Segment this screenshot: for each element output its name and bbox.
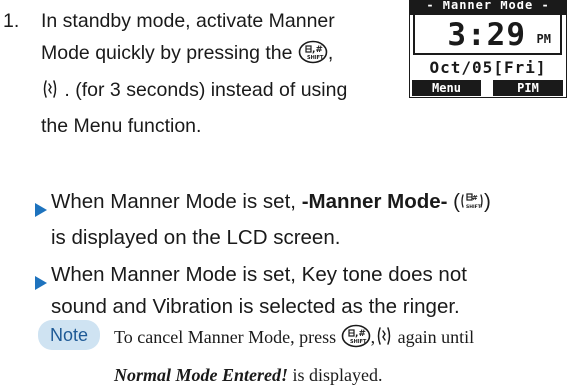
soft-key-menu: Menu <box>412 80 481 96</box>
bullet-text-2: When Manner Mode is set, Key tone does n… <box>51 259 561 323</box>
note-line-1: To cancel Manner Mode, press ,# SHIFT , … <box>114 321 564 359</box>
lcd-header: - Manner Mode - <box>410 1 566 15</box>
note-badge: Note <box>38 320 100 350</box>
note-line-1-suffix: again until <box>397 327 475 347</box>
step-line-1: In standby mode, activate Manner <box>41 10 335 32</box>
vibrate-icon <box>41 78 59 110</box>
svg-text:SHIFT: SHIFT <box>307 55 324 61</box>
svg-text:#: # <box>472 194 478 202</box>
svg-text:,#: ,# <box>355 329 366 339</box>
bullet-1-prefix: When Manner Mode is set, <box>51 190 296 213</box>
lcd-ampm: PM <box>536 32 551 46</box>
step-text: In standby mode, activate Manner Mode qu… <box>41 5 391 142</box>
normal-mode-message: Normal Mode Entered! <box>114 365 289 385</box>
hash-key-icon: ,# SHIFT <box>341 324 371 359</box>
step-line-3: . (for 3 seconds) instead of using <box>41 74 391 110</box>
svg-text:SHIFT: SHIFT <box>466 204 482 210</box>
soft-key-pim: PIM <box>493 80 563 96</box>
step-line-4: the Menu function. <box>41 115 202 137</box>
note-text: To cancel Manner Mode, press ,# SHIFT , … <box>114 321 564 392</box>
step-line-3-text: . (for 3 seconds) instead of using <box>64 79 348 101</box>
step-line-2-text: Mode quickly by pressing the <box>41 42 293 64</box>
note-line-2-suffix: is displayed. <box>292 365 383 385</box>
bullet-1-suffix: ) <box>484 190 491 213</box>
bullet-2-line-2: sound and Vibration is selected as the r… <box>51 295 460 318</box>
paren-open: ( <box>453 190 460 213</box>
vibrate-icon <box>375 325 393 358</box>
step-number: 1. <box>3 10 20 32</box>
step-line-2-comma: , <box>327 42 334 64</box>
lcd-date: Oct/05[Fri] <box>429 58 547 77</box>
lcd-screen: - Manner Mode - 3:29 PM Oct/05[Fri] Menu… <box>409 0 567 98</box>
lcd-time: 3:29 <box>447 17 526 53</box>
bullet-1-line-1: When Manner Mode is set, -Manner Mode- (… <box>51 186 561 222</box>
svg-text:SHIFT: SHIFT <box>350 339 367 345</box>
step-line-2: Mode quickly by pressing the ,# SHIFT , <box>41 37 391 74</box>
bullet-2-line-1: When Manner Mode is set, Key tone does n… <box>51 263 467 286</box>
svg-text:,#: ,# <box>312 45 323 55</box>
note-line-2: Normal Mode Entered! is displayed. <box>114 359 564 392</box>
hash-key-icon: ,# SHIFT <box>298 40 328 74</box>
bullet-triangle-icon <box>35 195 47 227</box>
manner-mode-icon: # SHIFT <box>460 190 484 222</box>
note-line-1-prefix: To cancel Manner Mode, press <box>114 327 337 347</box>
manner-mode-label: -Manner Mode- <box>301 190 448 213</box>
bullet-1-line-2: is displayed on the LCD screen. <box>51 226 341 249</box>
bullet-text-1: When Manner Mode is set, -Manner Mode- (… <box>51 186 561 254</box>
lcd-time-box: 3:29 PM <box>413 15 562 55</box>
bullet-triangle-icon <box>35 268 47 300</box>
